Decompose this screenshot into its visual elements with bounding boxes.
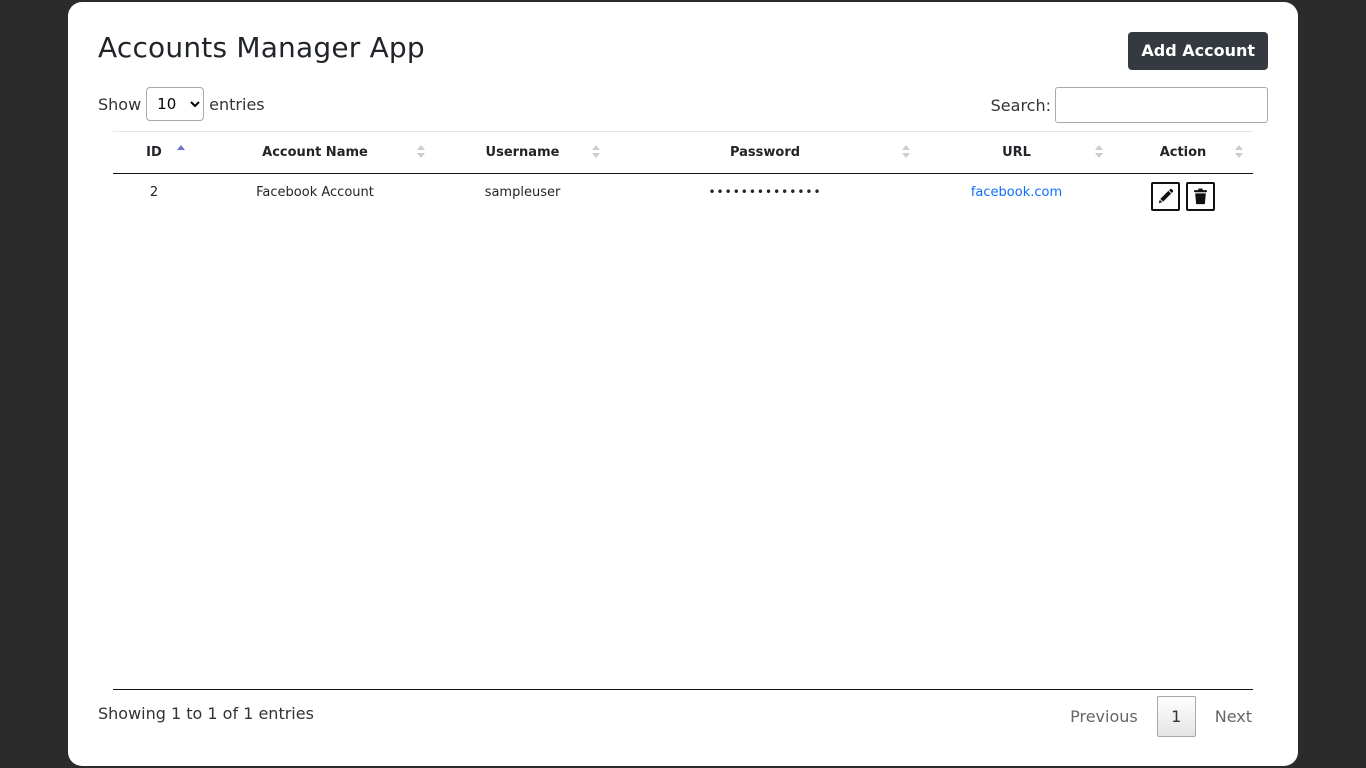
cell-action: [1113, 174, 1253, 220]
search-control: Search:: [991, 87, 1268, 123]
sort-icon: [592, 145, 600, 161]
column-header-password[interactable]: Password: [610, 132, 920, 174]
previous-page-button[interactable]: Previous: [1058, 697, 1150, 737]
search-label: Search:: [990, 95, 1051, 115]
entries-select[interactable]: 10: [146, 87, 205, 121]
table-bottom-border: [113, 689, 1253, 690]
column-header-id[interactable]: ID: [113, 132, 195, 174]
add-account-button[interactable]: Add Account: [1128, 32, 1268, 70]
page-1-button[interactable]: 1: [1156, 696, 1196, 737]
page-title: Accounts Manager App: [98, 31, 425, 64]
search-input[interactable]: [1055, 87, 1268, 123]
cell-username: sampleuser: [484, 185, 561, 200]
column-header-account-name[interactable]: Account Name: [195, 132, 435, 174]
accounts-table: ID Account Name Username Password URL Ac…: [113, 131, 1253, 220]
delete-button[interactable]: [1186, 182, 1216, 211]
url-link[interactable]: facebook.com: [971, 185, 1062, 200]
cell-password: ••••••••••••••: [708, 185, 822, 199]
sort-icon: [417, 145, 425, 161]
table-row: 2 Facebook Account sampleuser ••••••••••…: [113, 174, 1253, 220]
table-info: Showing 1 to 1 of 1 entries: [98, 704, 314, 723]
sort-icon: [902, 145, 910, 161]
sort-icon: [1235, 145, 1243, 161]
cell-url: facebook.com: [920, 174, 1113, 220]
pagination: Previous 1 Next: [1058, 696, 1264, 737]
column-header-username[interactable]: Username: [435, 132, 610, 174]
main-card: Accounts Manager App Add Account Show 10…: [68, 2, 1298, 766]
entries-label: entries: [209, 94, 265, 114]
column-header-url[interactable]: URL: [920, 132, 1113, 174]
column-header-action[interactable]: Action: [1113, 132, 1253, 174]
sort-ascending-icon: [177, 145, 185, 161]
next-page-button[interactable]: Next: [1203, 697, 1264, 737]
cell-account-name: Facebook Account: [256, 185, 374, 200]
edit-button[interactable]: [1150, 182, 1180, 211]
trash-icon: [1194, 188, 1207, 205]
sort-icon: [1095, 145, 1103, 161]
pencil-icon: [1158, 188, 1173, 204]
cell-id: 2: [149, 185, 159, 200]
table-header-row: ID Account Name Username Password URL Ac…: [113, 131, 1253, 174]
show-label: Show: [98, 94, 142, 114]
entries-length-control: Show 10 entries: [98, 87, 265, 121]
accounts-table-wrapper: ID Account Name Username Password URL Ac…: [113, 131, 1253, 220]
